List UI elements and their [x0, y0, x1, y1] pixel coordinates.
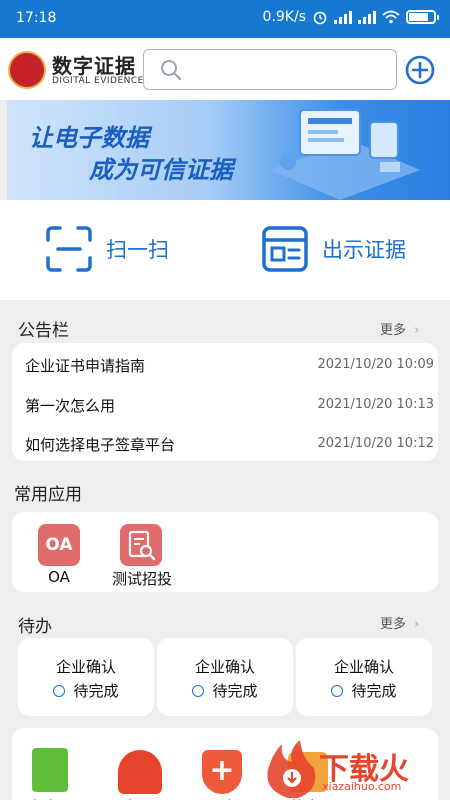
battery-icon — [406, 10, 439, 24]
bidding-category-icon[interactable] — [32, 748, 68, 792]
todo-card-title: 企业确认 — [333, 658, 394, 676]
status-time: 17:18 — [16, 10, 57, 26]
apps-panel: OA OA 测试招投 — [12, 512, 438, 592]
chevron-right-icon: › — [414, 617, 420, 632]
signal-icon — [334, 10, 352, 24]
banner-line-2: 成为可信证据 — [89, 156, 233, 184]
category-label: 合同 — [122, 796, 152, 800]
status-bar: 17:18 0.9K/s — [0, 0, 450, 38]
todo-card[interactable]: 企业确认 待完成 — [296, 638, 432, 716]
list-item[interactable]: 第一次怎么用 2021/10/20 10:13 — [12, 385, 440, 424]
clock-icon — [53, 685, 66, 697]
category-label: 招标 — [32, 796, 62, 800]
todo-more-link[interactable]: 更多 › — [380, 613, 419, 632]
search-input[interactable] — [143, 49, 397, 90]
scan-label: 扫一扫 — [106, 238, 169, 262]
todo-more-label: 更多 — [380, 617, 407, 632]
todo-card[interactable]: 企业确认 待完成 — [18, 638, 154, 716]
todo-card[interactable]: 企业确认 待完成 — [157, 638, 293, 716]
notice-item-title: 企业证书申请指南 — [25, 357, 146, 375]
notice-item-title: 如何选择电子签章平台 — [25, 436, 176, 454]
bidding-app-icon[interactable] — [120, 524, 162, 566]
clock-icon — [192, 685, 205, 697]
chevron-right-icon: › — [414, 323, 420, 338]
notice-item-date: 2021/10/20 10:13 — [317, 397, 434, 412]
banner-illustration — [270, 109, 420, 200]
notice-more-label: 更多 — [380, 323, 407, 338]
todo-card-status: 待完成 — [73, 682, 119, 700]
list-item[interactable]: 如何选择电子签章平台 2021/10/20 10:12 — [12, 424, 440, 463]
search-icon — [161, 60, 182, 81]
list-item[interactable]: 企业证书申请指南 2021/10/20 10:09 — [12, 345, 440, 384]
court-emblem-logo — [8, 51, 46, 89]
quick-actions: 扫一扫 出示证据 — [0, 200, 450, 300]
scan-button[interactable]: 扫一扫 — [46, 226, 169, 272]
app-header: 数字证据 DIGITAL EVIDENCE — [0, 38, 450, 100]
alarm-icon — [313, 11, 327, 25]
notice-list: 企业证书申请指南 2021/10/20 10:09 第一次怎么用 2021/10… — [12, 343, 438, 461]
show-evidence-label: 出示证据 — [322, 238, 406, 262]
notice-item-title: 第一次怎么用 — [25, 397, 116, 415]
brand-subtitle: DIGITAL EVIDENCE — [52, 76, 144, 86]
oa-app-label[interactable]: OA — [32, 568, 86, 586]
medical-category-icon[interactable]: + — [202, 750, 242, 794]
oa-app-icon[interactable]: OA — [38, 524, 80, 566]
scan-icon — [46, 226, 92, 272]
notice-more-link[interactable]: 更多 › — [380, 319, 419, 338]
watermark-subtext: xiazaihuo.com — [322, 780, 402, 793]
clock-icon — [331, 685, 344, 697]
notice-item-date: 2021/10/20 10:09 — [317, 357, 434, 372]
network-speed: 0.9K/s — [262, 9, 306, 25]
add-button[interactable] — [405, 55, 435, 85]
todo-title: 待办 — [18, 617, 52, 637]
todo-card-title: 企业确认 — [55, 658, 116, 676]
notice-title: 公告栏 — [18, 321, 69, 341]
show-evidence-button[interactable]: 出示证据 — [262, 226, 406, 272]
todo-card-status: 待完成 — [212, 682, 258, 700]
todo-card-status-row: 待完成 — [18, 680, 154, 701]
banner-line-1: 让电子数据 — [29, 124, 149, 152]
promo-banner[interactable]: 让电子数据 成为可信证据 — [7, 100, 450, 200]
wifi-icon — [382, 10, 400, 24]
todo-card-status-row: 待完成 — [157, 680, 293, 701]
todo-card-status-row: 待完成 — [296, 680, 432, 701]
category-label: 医疗 — [206, 796, 236, 800]
apps-title: 常用应用 — [14, 485, 82, 505]
bidding-app-label[interactable]: 测试招投 — [102, 568, 182, 589]
contract-category-icon[interactable] — [118, 750, 162, 794]
signal-hd-icon — [358, 10, 376, 24]
brand-title: 数字证据 — [52, 54, 136, 78]
todo-card-title: 企业确认 — [194, 658, 255, 676]
notice-item-date: 2021/10/20 10:12 — [317, 436, 434, 451]
todo-card-status: 待完成 — [351, 682, 397, 700]
evidence-card-icon — [262, 226, 308, 272]
document-search-icon — [128, 530, 156, 561]
